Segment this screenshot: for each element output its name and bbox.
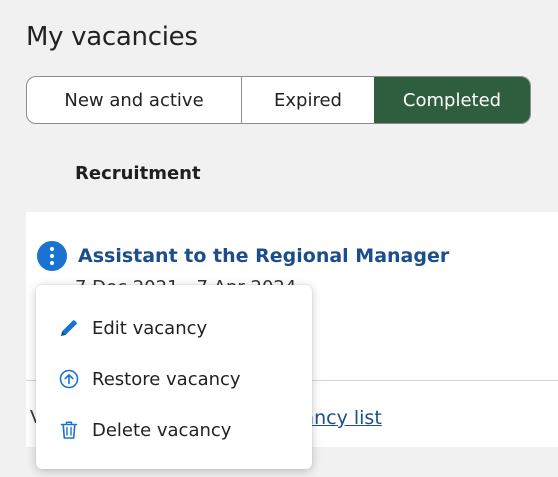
restore-arrow-up-icon (58, 368, 80, 390)
delete-vacancy-menu-item[interactable]: Delete vacancy (58, 414, 231, 446)
more-actions-button[interactable] (37, 241, 67, 271)
pencil-icon (58, 317, 80, 339)
tab-completed[interactable]: Completed (374, 77, 530, 123)
tab-new-and-active[interactable]: New and active (27, 77, 242, 123)
column-header-recruitment: Recruitment (75, 163, 201, 184)
tab-expired[interactable]: Expired (242, 77, 374, 123)
delete-vacancy-label: Delete vacancy (92, 419, 232, 441)
restore-vacancy-menu-item[interactable]: Restore vacancy (58, 363, 241, 395)
edit-vacancy-menu-item[interactable]: Edit vacancy (58, 312, 207, 344)
vacancy-title-link[interactable]: Assistant to the Regional Manager (78, 245, 449, 267)
vacancy-context-menu: Edit vacancy Restore vacancy Delete vaca… (36, 285, 312, 469)
vacancy-status-tabs: New and active Expired Completed (26, 76, 531, 124)
kebab-more-icon (50, 247, 54, 251)
page-title: My vacancies (26, 22, 198, 52)
edit-vacancy-label: Edit vacancy (92, 317, 208, 339)
trash-icon (58, 419, 80, 441)
restore-vacancy-label: Restore vacancy (92, 368, 241, 390)
